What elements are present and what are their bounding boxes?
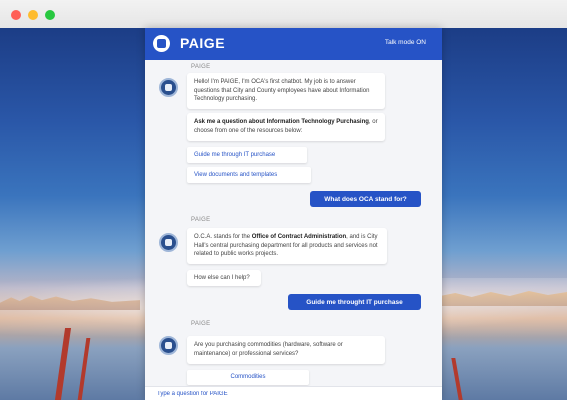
chat-panel: PAIGE Talk mode ON PAIGE Hello! I'm PAIG…	[145, 28, 442, 400]
bot-message-text: Hello! I'm PAIGE, I'm OCA's first chatbo…	[194, 79, 370, 102]
option-view-documents[interactable]: View documents and templates	[187, 167, 311, 183]
bot-message-text: How else can I help?	[194, 275, 250, 281]
bridge-tower	[54, 328, 72, 400]
question-input[interactable]	[157, 389, 427, 399]
sender-label: PAIGE	[191, 321, 211, 327]
bot-message: Are you purchasing commodities (hardware…	[187, 336, 385, 364]
minimize-window-button[interactable]	[28, 10, 38, 20]
user-message: What does OCA stand for?	[310, 191, 421, 207]
zoom-window-button[interactable]	[45, 10, 55, 20]
paige-avatar-icon	[159, 336, 178, 355]
option-guide-it-purchase[interactable]: Guide me through IT purchase	[187, 147, 307, 163]
bridge-tower	[77, 338, 91, 400]
paige-logo-icon	[153, 35, 170, 52]
bot-message-bold: Office of Contract Administration	[251, 234, 347, 240]
sender-label: PAIGE	[191, 217, 211, 223]
talk-mode-toggle[interactable]: Talk mode ON	[385, 39, 426, 46]
bot-message: O.C.A. stands for the Office of Contract…	[187, 228, 387, 264]
question-input-bar	[145, 386, 442, 400]
bridge-tower	[451, 358, 463, 400]
paige-avatar-icon	[159, 233, 178, 252]
bot-message-text: Are you purchasing commodities (hardware…	[194, 342, 343, 357]
bot-message: How else can I help?	[187, 270, 261, 286]
bot-message: Ask me a question about Information Tech…	[187, 113, 385, 141]
bot-message: Hello! I'm PAIGE, I'm OCA's first chatbo…	[187, 73, 385, 109]
bot-message-bold: Ask me a question about Information Tech…	[194, 119, 369, 125]
chat-title: PAIGE	[180, 35, 226, 51]
close-window-button[interactable]	[11, 10, 21, 20]
paige-avatar-icon	[159, 78, 178, 97]
bot-message-text: O.C.A. stands for the	[194, 234, 252, 240]
user-message: Guide me throught IT purchase	[288, 294, 421, 310]
chat-header: PAIGE Talk mode ON	[145, 28, 442, 60]
option-commodities[interactable]: Commodities	[187, 370, 309, 385]
window-title-bar	[0, 0, 567, 29]
sender-label: PAIGE	[191, 64, 211, 70]
